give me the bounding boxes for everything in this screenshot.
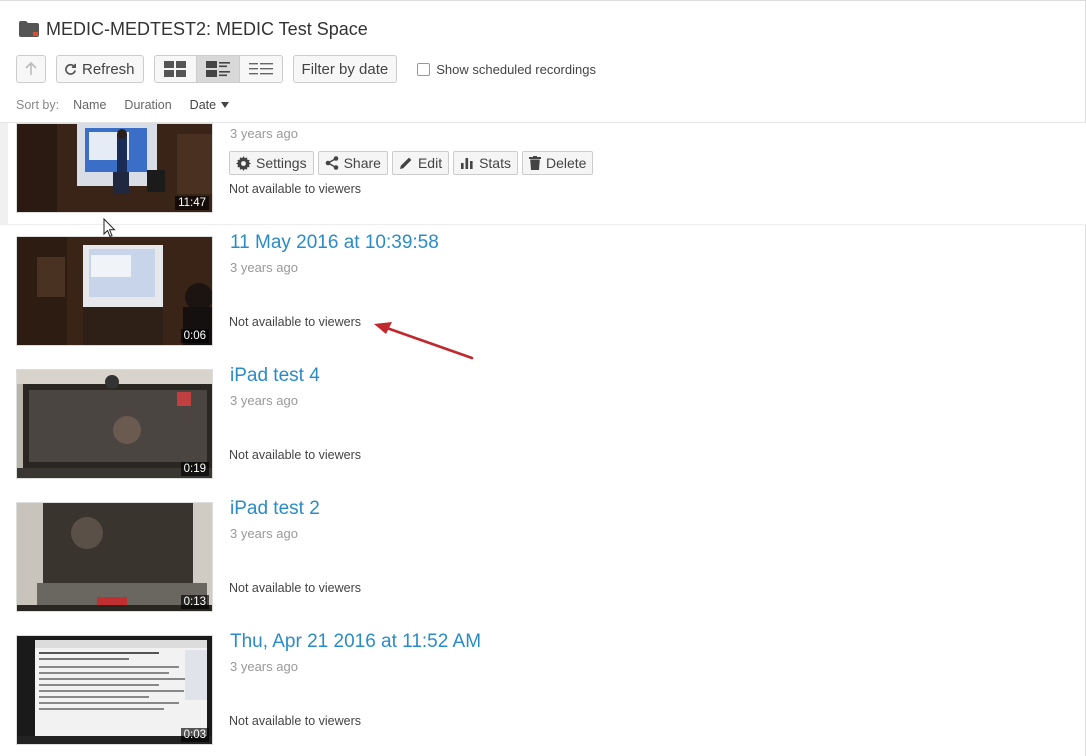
recording-age: 3 years ago xyxy=(230,393,298,408)
recording-title[interactable]: iPad test 2 xyxy=(230,498,320,520)
edit-button[interactable]: Edit xyxy=(391,151,450,175)
share-button[interactable]: Share xyxy=(317,151,388,175)
duration-badge: 0:13 xyxy=(180,595,209,609)
mouse-pointer-icon xyxy=(103,218,116,238)
availability-status: Not available to viewers xyxy=(229,315,362,329)
folder-icon xyxy=(18,20,40,38)
recording-age: 3 years ago xyxy=(230,260,298,275)
recording-thumbnail[interactable]: 11:47 xyxy=(16,123,213,213)
recording-thumbnail[interactable]: 0:13 xyxy=(16,502,213,612)
toolbar: Refresh Filter by date Show scheduled re… xyxy=(16,54,596,84)
share-icon xyxy=(325,156,338,170)
detail-list-view-icon xyxy=(205,61,230,77)
recording-title[interactable]: iPad test 4 xyxy=(230,365,320,387)
arrow-up-icon xyxy=(25,62,37,75)
duration-badge: 0:03 xyxy=(180,728,209,742)
view-compact-list-button[interactable] xyxy=(239,55,283,83)
refresh-button[interactable]: Refresh xyxy=(56,55,144,83)
recording-actions: Settings Share Edit Stats Delete xyxy=(229,151,597,175)
recording-thumbnail[interactable]: 0:03 xyxy=(16,635,213,745)
recording-age: 3 years ago xyxy=(230,126,298,141)
up-folder-button[interactable] xyxy=(16,55,46,83)
recording-age: 3 years ago xyxy=(230,659,298,674)
grid-view-icon xyxy=(164,61,187,77)
refresh-icon xyxy=(65,63,76,75)
edit-label: Edit xyxy=(417,155,443,171)
stats-button[interactable]: Stats xyxy=(453,151,518,175)
gear-icon xyxy=(236,155,251,171)
pencil-icon xyxy=(399,157,412,169)
settings-label: Settings xyxy=(256,155,307,171)
page-title: MEDIC-MEDTEST2: MEDIC Test Space xyxy=(46,18,368,39)
delete-label: Delete xyxy=(545,155,587,171)
recording-age: 3 years ago xyxy=(230,526,298,541)
stats-label: Stats xyxy=(479,155,511,171)
availability-status: Not available to viewers xyxy=(229,448,362,462)
page-header: MEDIC-MEDTEST2: MEDIC Test Space xyxy=(18,16,368,42)
settings-button[interactable]: Settings xyxy=(229,151,314,175)
availability-status: Not available to viewers xyxy=(229,182,362,196)
refresh-label: Refresh xyxy=(82,60,135,78)
annotation-arrow-icon xyxy=(374,322,474,360)
availability-status: Not available to viewers xyxy=(229,714,362,728)
sort-by-date[interactable]: Date xyxy=(190,98,230,112)
show-scheduled-toggle[interactable]: Show scheduled recordings xyxy=(417,62,596,77)
availability-status: Not available to viewers xyxy=(229,581,362,595)
duration-badge: 0:06 xyxy=(180,329,209,343)
compact-list-view-icon xyxy=(248,63,273,75)
sort-by-name[interactable]: Name xyxy=(73,98,106,112)
caret-down-icon xyxy=(221,102,230,108)
view-mode-group xyxy=(153,55,283,83)
share-label: Share xyxy=(343,155,381,171)
sort-bar: Sort by: Name Duration Date xyxy=(16,98,247,112)
duration-badge: 0:19 xyxy=(180,462,209,476)
recording-thumbnail[interactable]: 0:06 xyxy=(16,236,213,346)
sort-label: Sort by: xyxy=(16,98,60,112)
filter-by-date-button[interactable]: Filter by date xyxy=(292,55,398,83)
bar-chart-icon xyxy=(461,158,473,169)
delete-button[interactable]: Delete xyxy=(521,151,594,175)
trash-icon xyxy=(528,156,541,170)
row-divider xyxy=(0,224,1086,225)
sort-by-duration[interactable]: Duration xyxy=(124,98,171,112)
recording-title[interactable]: Thu, Apr 21 2016 at 11:52 AM xyxy=(230,631,481,653)
duration-badge: 11:47 xyxy=(175,196,209,210)
frame-top-border xyxy=(0,0,1086,1)
view-grid-button[interactable] xyxy=(153,55,197,83)
recording-thumbnail[interactable]: 0:19 xyxy=(16,369,213,479)
show-scheduled-checkbox[interactable] xyxy=(417,62,431,76)
view-detail-list-button[interactable] xyxy=(196,55,240,83)
show-scheduled-label: Show scheduled recordings xyxy=(436,61,596,77)
recording-title[interactable]: 11 May 2016 at 10:39:58 xyxy=(230,232,439,254)
